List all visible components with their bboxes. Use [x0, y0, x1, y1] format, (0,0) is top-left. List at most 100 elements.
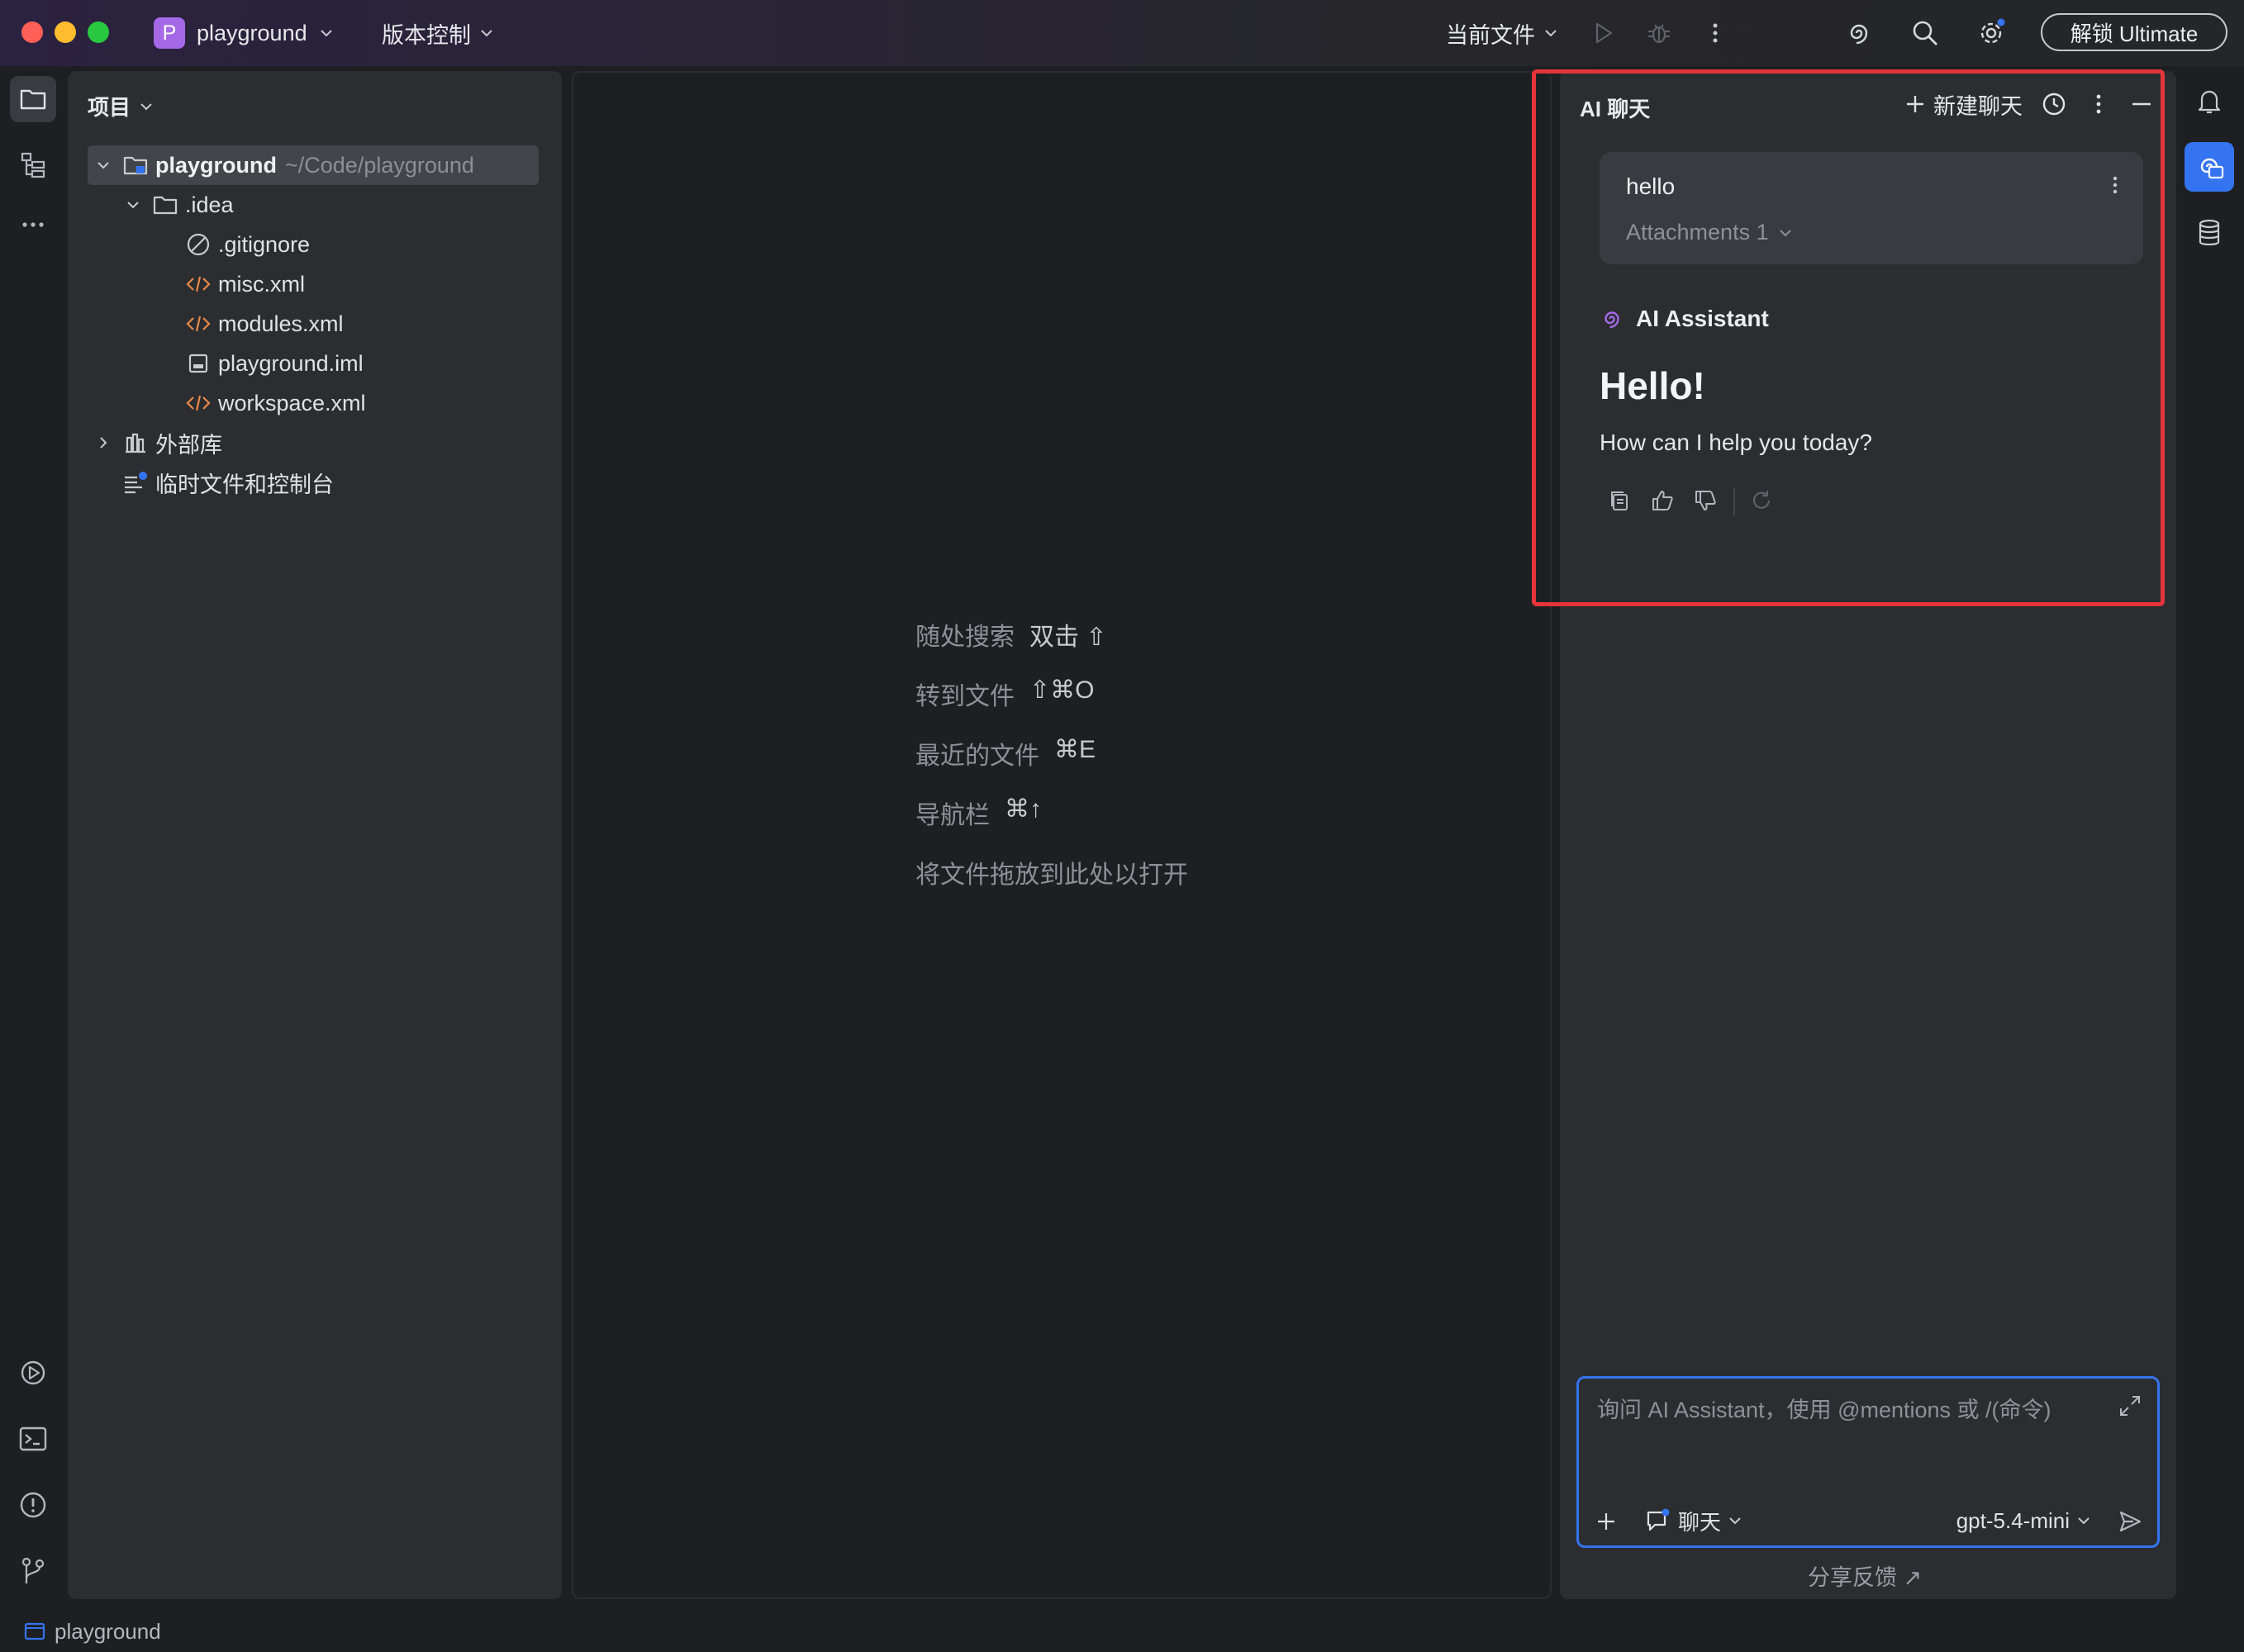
copy-icon[interactable] [1605, 486, 1634, 515]
chevron-down-icon [1543, 26, 1558, 40]
expand-icon[interactable] [2114, 1390, 2146, 1422]
project-switcher[interactable]: P playground [154, 17, 334, 50]
unlock-ultimate-button[interactable]: 解锁 Ultimate [2041, 13, 2227, 51]
tree-item-playground-root[interactable]: playground ~/Code/playground [88, 145, 539, 185]
search-icon[interactable] [1909, 17, 1942, 50]
assistant-greeting: Hello! [1600, 364, 1705, 407]
ai-chat-title: AI 聊天 [1580, 97, 1651, 121]
settings-gear-icon[interactable] [1975, 17, 2008, 50]
run-config-selector[interactable]: 当前文件 [1446, 17, 1558, 50]
ai-assistant-icon [1600, 306, 1624, 331]
ai-spiral-icon[interactable] [1842, 17, 1876, 50]
hint-shortcut: ⌘E [1054, 736, 1096, 763]
share-feedback-link[interactable]: 分享反馈 ↗ [1808, 1559, 1922, 1592]
tree-item-path: ~/Code/playground [285, 152, 474, 178]
status-project-name: playground [55, 1618, 161, 1644]
assistant-name: AI Assistant [1636, 306, 1769, 331]
hint-action: 随处搜索 [915, 624, 1015, 651]
tree-item-modules-xml[interactable]: modules.xml [185, 304, 344, 344]
tree-item-label: playground [155, 152, 277, 178]
run-tool-button[interactable] [10, 1350, 56, 1396]
hint-goto-file: 转到文件 ⇧⌘O [915, 676, 1094, 712]
ai-chat-tool-button[interactable] [2185, 142, 2234, 192]
xml-file-icon [185, 311, 212, 337]
git-branch-icon [17, 1555, 49, 1587]
tree-item-label: 临时文件和控制台 [155, 472, 334, 497]
minimize-panel-icon[interactable] [2125, 88, 2158, 121]
project-tool-button[interactable] [10, 76, 56, 122]
more-vertical-icon[interactable] [2082, 88, 2115, 121]
hint-action: 导航栏 [915, 802, 990, 829]
project-panel: 项目 playground ~/Code/playground .idea .g… [68, 71, 562, 1599]
tree-item-gitignore[interactable]: .gitignore [185, 225, 310, 264]
hint-navigation-bar: 导航栏 ⌘↑ [915, 795, 1042, 831]
hint-action: 将文件拖放到此处以打开 [915, 862, 1188, 889]
ai-chat-panel [1560, 71, 2176, 1599]
run-icon[interactable] [1586, 17, 1619, 50]
hint-shortcut: ⇧⌘O [1029, 676, 1095, 704]
ai-chat-input-box: 聊天 gpt-5.4-mini [1576, 1376, 2160, 1548]
scratches-icon [122, 469, 149, 496]
tree-item-scratches[interactable]: 临时文件和控制台 [122, 463, 334, 502]
thumbs-down-icon[interactable] [1690, 486, 1720, 515]
run-config-label: 当前文件 [1446, 22, 1535, 48]
chevron-down-icon [2076, 1513, 2091, 1528]
thumbs-up-icon[interactable] [1647, 486, 1677, 515]
tree-item-workspace-xml[interactable]: workspace.xml [185, 383, 366, 423]
xml-file-icon [185, 271, 212, 297]
terminal-tool-button[interactable] [10, 1416, 56, 1462]
run-circle-icon [17, 1357, 49, 1389]
window-maximize-button[interactable] [88, 21, 109, 43]
chevron-right-icon [91, 430, 116, 455]
send-icon[interactable] [2114, 1506, 2146, 1537]
hint-drop-files: 将文件拖放到此处以打开 [915, 854, 1188, 890]
new-chat-button[interactable]: 新建聊天 [1904, 88, 2023, 121]
assistant-header: AI Assistant [1600, 306, 1769, 332]
structure-tool-button[interactable] [10, 142, 56, 188]
git-tool-button[interactable] [10, 1548, 56, 1594]
more-tools-button[interactable] [10, 202, 56, 248]
chevron-down-icon [91, 153, 116, 178]
tree-item-playground-iml[interactable]: playground.iml [185, 344, 364, 383]
message-more-icon[interactable] [2102, 172, 2128, 198]
tree-item-label: .idea [185, 192, 234, 217]
attachments-toggle[interactable]: Attachments 1 [1626, 220, 1794, 245]
regenerate-icon[interactable] [1747, 486, 1776, 515]
chat-mode-selector[interactable]: 聊天 [1645, 1504, 1742, 1537]
title-bar: P playground 版本控制 当前文件 解锁 Ultimate [0, 0, 2244, 66]
hint-shortcut: 双击 ⇧ [1029, 624, 1107, 651]
status-bar: playground [0, 1611, 2244, 1652]
library-icon [122, 430, 149, 456]
new-chat-label: 新建聊天 [1933, 93, 2023, 119]
more-horizontal-icon [18, 210, 48, 240]
model-selector[interactable]: gpt-5.4-mini [1956, 1504, 2091, 1537]
status-project-widget[interactable]: playground [23, 1611, 161, 1652]
terminal-icon [17, 1423, 49, 1455]
hint-action: 转到文件 [915, 683, 1015, 710]
window-close-button[interactable] [21, 21, 43, 43]
window-minimize-button[interactable] [55, 21, 76, 43]
add-context-icon[interactable] [1590, 1506, 1622, 1537]
structure-icon [18, 150, 48, 180]
tree-item-misc-xml[interactable]: misc.xml [185, 264, 305, 304]
debug-icon[interactable] [1643, 17, 1676, 50]
tree-item-label: playground.iml [218, 350, 364, 376]
database-icon [2194, 217, 2225, 249]
notifications-button[interactable] [2185, 76, 2234, 126]
project-badge: P [154, 17, 185, 49]
vcs-menu[interactable]: 版本控制 [382, 17, 494, 50]
model-label: gpt-5.4-mini [1956, 1507, 2070, 1533]
more-vertical-icon[interactable] [1699, 17, 1732, 50]
tree-item-idea-folder[interactable]: .idea [121, 185, 234, 225]
problems-tool-button[interactable] [10, 1482, 56, 1528]
history-clock-icon[interactable] [2037, 88, 2070, 121]
user-message-bubble: hello Attachments 1 [1600, 152, 2143, 264]
database-tool-button[interactable] [2185, 208, 2234, 258]
editor-area[interactable] [572, 71, 1552, 1599]
module-folder-icon [122, 152, 149, 178]
tree-item-label: 外部库 [155, 432, 222, 458]
iml-file-icon [185, 350, 212, 377]
tree-item-external-libraries[interactable]: 外部库 [91, 423, 222, 463]
ai-chat-input[interactable] [1597, 1392, 2093, 1428]
project-panel-title[interactable]: 项目 [88, 91, 154, 121]
